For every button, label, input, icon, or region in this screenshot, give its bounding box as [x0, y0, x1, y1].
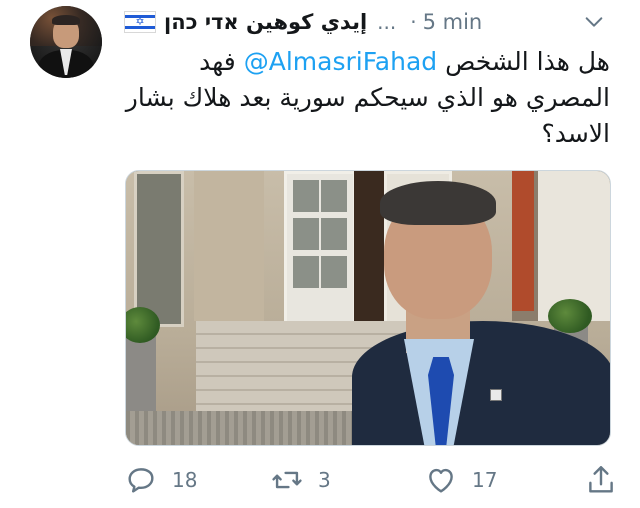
tweet-header: ✡ إيدي كوهين אדי כהן ... · 5 min: [124, 6, 608, 38]
time-separator: ·: [410, 10, 417, 34]
timestamp[interactable]: 5 min: [423, 10, 483, 34]
heart-icon: [429, 468, 453, 493]
tweet-actions: 18 3 17: [124, 460, 618, 500]
door-pane: [321, 180, 347, 212]
chevron-down-icon: [585, 17, 603, 27]
door-pane: [293, 180, 319, 212]
photo-glass-door: [284, 171, 356, 329]
retweet-count: 3: [318, 468, 331, 492]
like-count: 17: [472, 468, 498, 492]
israel-flag-icon: ✡: [124, 11, 156, 33]
door-pane: [293, 256, 319, 288]
reply-count: 18: [172, 468, 198, 492]
photo-lapel-pin: [490, 389, 502, 401]
like-button[interactable]: 17: [424, 463, 497, 497]
avatar[interactable]: [30, 6, 102, 78]
display-name[interactable]: إيدي كوهين אדי כהן: [164, 10, 367, 34]
photo-person-suit: [352, 321, 610, 445]
photo-planter-left: [126, 331, 156, 421]
photo-left-window: [134, 171, 184, 327]
photo-curtain: [512, 171, 534, 311]
share-button[interactable]: [584, 463, 618, 497]
mention-link[interactable]: @AlmasriFahad: [244, 47, 437, 76]
share-icon: [589, 466, 613, 493]
tweet-text: هل هذا الشخص @AlmasriFahad فهد المصري هو…: [124, 44, 610, 152]
star-of-david-icon: ✡: [135, 14, 145, 28]
door-pane: [321, 218, 347, 250]
door-pane: [321, 256, 347, 288]
retweet-icon: [272, 471, 302, 489]
tweet-text-part1: هل هذا الشخص: [445, 47, 610, 76]
door-pane: [293, 218, 319, 250]
handle-ellipsis: ...: [377, 10, 397, 34]
avatar-hair: [52, 15, 80, 25]
photo-shrub-right: [548, 299, 592, 333]
more-options-button[interactable]: [580, 8, 608, 36]
photo-person-hair: [380, 181, 496, 225]
tweet-photo[interactable]: [125, 170, 611, 446]
photo-pillar: [194, 171, 264, 321]
reply-button[interactable]: 18: [124, 463, 197, 497]
retweet-button[interactable]: 3: [270, 463, 331, 497]
reply-icon: [128, 468, 154, 493]
